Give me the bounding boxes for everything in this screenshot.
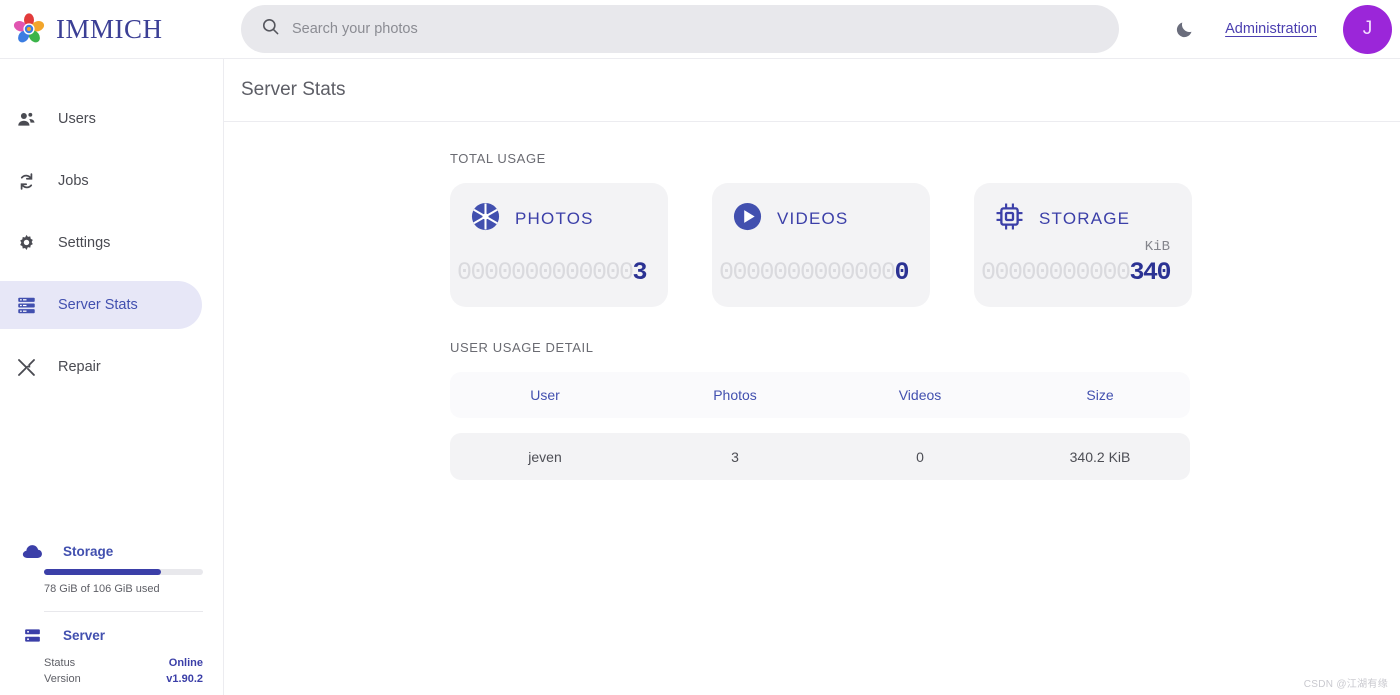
sidebar-item-label: Settings <box>58 235 111 251</box>
sidebar: Users Jobs Settings Server Stats Repair … <box>0 59 224 695</box>
stat-card-value: 340 <box>1129 258 1171 287</box>
cell-photos: 3 <box>731 448 739 465</box>
sidebar-storage-title: Storage <box>63 544 114 559</box>
stat-card-number: 00000000000340 <box>980 258 1172 287</box>
search-input[interactable] <box>292 21 1099 37</box>
server-status-key: Status <box>44 657 76 669</box>
sidebar-item-label: Users <box>58 111 96 127</box>
stat-card-padding: 0000000000000 <box>456 258 634 287</box>
sidebar-item-label: Jobs <box>58 173 89 189</box>
stat-card-number: 00000000000003 <box>456 258 648 287</box>
avatar[interactable]: J <box>1343 4 1392 54</box>
users-icon <box>14 109 39 130</box>
server-status-row: Status Online <box>44 655 203 671</box>
main-content: Server Stats TOTAL USAGE PHOTOS 00000000… <box>224 59 1400 695</box>
top-right-actions: Administration J <box>1169 4 1400 54</box>
brand[interactable]: IMMICH <box>0 12 228 46</box>
cell-videos: 0 <box>916 448 924 465</box>
column-header-user: User <box>530 387 560 403</box>
column-header-videos: Videos <box>898 387 942 403</box>
sidebar-storage-section: Storage 78 GiB of 106 GiB used <box>20 543 204 595</box>
user-usage-table: User Photos Videos Size jeven 3 0 340.2 … <box>450 372 1190 480</box>
stat-card-photos: PHOTOS 00000000000003 <box>450 183 668 307</box>
page-title: Server Stats <box>241 79 346 100</box>
user-usage-label: USER USAGE DETAIL <box>450 340 594 355</box>
sidebar-item-label: Server Stats <box>58 297 138 313</box>
server-version-row: Version v1.90.2 <box>44 671 203 687</box>
stat-card-padding: 00000000000 <box>980 258 1131 287</box>
search-bar[interactable] <box>241 5 1119 53</box>
cell-size: 340.2 KiB <box>1069 448 1131 465</box>
stat-card-padding: 0000000000000 <box>718 258 896 287</box>
column-header-size: Size <box>1086 387 1114 403</box>
search-icon <box>261 17 280 41</box>
page-header: Server Stats <box>224 59 1400 122</box>
server-version-value: v1.90.2 <box>166 673 203 685</box>
server-status-value: Online <box>168 657 203 669</box>
sidebar-item-server-stats[interactable]: Server Stats <box>0 281 202 329</box>
watermark: CSDN @江湖有缘 <box>1303 679 1388 690</box>
table-row: jeven 3 0 340.2 KiB <box>450 433 1190 480</box>
sidebar-footer: Storage 78 GiB of 106 GiB used Server St… <box>0 543 224 687</box>
stat-card-value: 3 <box>632 258 647 287</box>
refresh-cycle-icon <box>14 171 39 192</box>
stat-card-videos: VIDEOS 00000000000000 <box>712 183 930 307</box>
top-bar: IMMICH Administration J <box>0 0 1400 59</box>
stat-card-title: VIDEOS <box>777 209 849 228</box>
total-usage-label: TOTAL USAGE <box>450 151 546 166</box>
play-circle-icon <box>732 201 763 237</box>
sidebar-server-section: Server Status Online Version v1.90.2 <box>20 625 204 687</box>
sidebar-item-label: Repair <box>58 359 101 375</box>
aperture-icon <box>470 201 501 237</box>
sidebar-server-title: Server <box>63 628 106 643</box>
cloud-icon <box>20 543 45 560</box>
sidebar-item-repair[interactable]: Repair <box>0 343 202 391</box>
user-usage-detail: USER USAGE DETAIL User Photos Videos Siz… <box>450 340 1400 480</box>
stat-card-value: 0 <box>894 258 909 287</box>
stat-cards: PHOTOS 00000000000003 VIDEOS 00000000000… <box>450 183 1400 307</box>
administration-link[interactable]: Administration <box>1225 21 1317 37</box>
chip-icon <box>994 201 1025 237</box>
sidebar-item-jobs[interactable]: Jobs <box>0 157 202 205</box>
stat-card-storage: STORAGE KiB 00000000000340 <box>974 183 1192 307</box>
storage-progress-bar <box>44 569 203 575</box>
sidebar-item-settings[interactable]: Settings <box>0 219 202 267</box>
sidebar-divider <box>44 611 203 612</box>
brand-name: IMMICH <box>56 13 163 44</box>
stat-card-unit: KiB <box>1144 239 1170 255</box>
server-stack-icon <box>20 625 45 646</box>
column-header-photos: Photos <box>713 387 757 403</box>
wrench-screwdriver-icon <box>14 357 39 378</box>
gear-icon <box>14 233 39 254</box>
sidebar-item-users[interactable]: Users <box>0 95 202 143</box>
theme-toggle-moon-icon[interactable] <box>1169 14 1199 44</box>
table-header-row: User Photos Videos Size <box>450 372 1190 418</box>
stat-card-title: PHOTOS <box>515 209 594 228</box>
immich-flower-logo-icon <box>12 12 46 46</box>
storage-progress-fill <box>44 569 162 575</box>
cell-user: jeven <box>528 448 562 465</box>
storage-usage-text: 78 GiB of 106 GiB used <box>44 583 160 595</box>
sidebar-nav: Users Jobs Settings Server Stats Repair <box>0 59 223 391</box>
server-stack-icon <box>14 295 39 316</box>
stat-card-number: 00000000000000 <box>718 258 910 287</box>
stat-card-title: STORAGE <box>1039 209 1131 228</box>
server-version-key: Version <box>44 673 81 685</box>
